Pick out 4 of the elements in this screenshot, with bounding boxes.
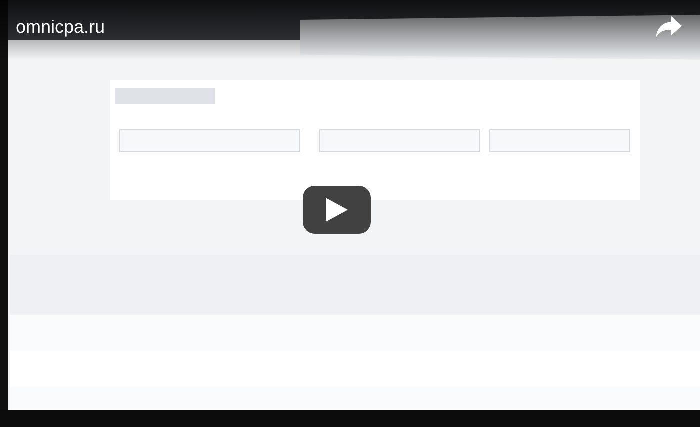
play-button[interactable] (303, 186, 371, 234)
video-title[interactable]: omnicpa.ru (16, 16, 106, 38)
share-icon[interactable] (656, 16, 682, 38)
play-icon (326, 198, 348, 222)
